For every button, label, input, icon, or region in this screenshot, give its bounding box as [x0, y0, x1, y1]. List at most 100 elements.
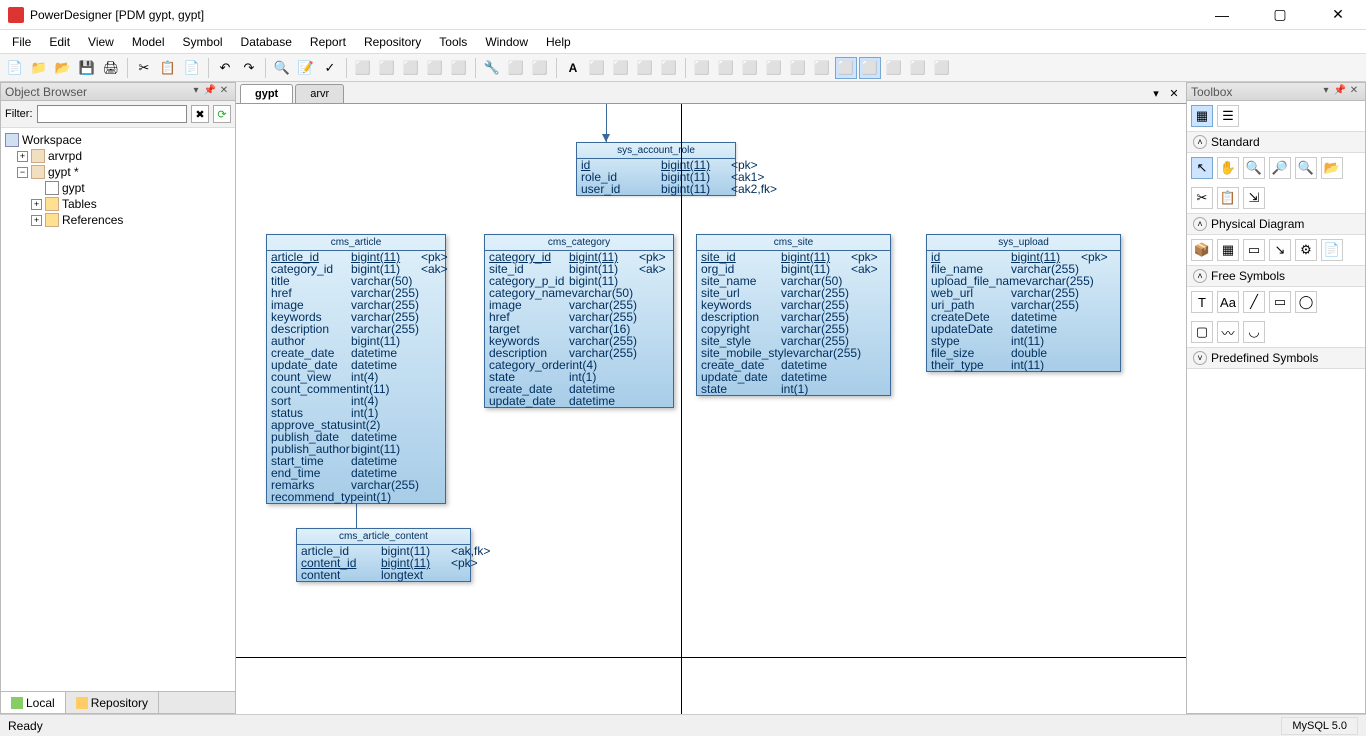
find-icon[interactable]: 🔍 — [271, 57, 293, 79]
entity-cms-site[interactable]: cms_site site_idbigint(11)<pk>org_idbigi… — [696, 234, 891, 396]
tool-icon[interactable]: ⬜ — [931, 57, 953, 79]
entity-cms-article-content[interactable]: cms_article_content article_idbigint(11)… — [296, 528, 471, 582]
undo-icon[interactable]: ↶ — [214, 57, 236, 79]
reference-icon[interactable]: ↘ — [1269, 239, 1291, 261]
file-icon[interactable]: 📄 — [1321, 239, 1343, 261]
tool-icon[interactable]: ⬜ — [787, 57, 809, 79]
close-icon[interactable]: ✕ — [1347, 85, 1361, 99]
new-project-icon[interactable]: 📁 — [28, 57, 50, 79]
tool-icon[interactable]: ⬜ — [658, 57, 680, 79]
close-tab-icon[interactable]: ✕ — [1166, 87, 1182, 103]
cut-icon[interactable]: ✂ — [1191, 187, 1213, 209]
open-diagram-icon[interactable]: 📂 — [1321, 157, 1343, 179]
check-icon[interactable]: ✓ — [319, 57, 341, 79]
menu-report[interactable]: Report — [302, 32, 354, 52]
menu-repository[interactable]: Repository — [356, 32, 429, 52]
section-physical[interactable]: ˄Physical Diagram — [1187, 213, 1365, 235]
expand-icon[interactable]: + — [31, 215, 42, 226]
menu-edit[interactable]: Edit — [41, 32, 78, 52]
menu-database[interactable]: Database — [233, 32, 300, 52]
tree-node-arvrpd[interactable]: +arvrpd — [3, 148, 233, 164]
entity-cms-article[interactable]: cms_article article_idbigint(11)<pk>cate… — [266, 234, 446, 504]
canvas[interactable]: sys_account_role idbigint(11)<pk>role_id… — [236, 104, 1186, 714]
zoom-icon[interactable]: 🔍 — [1295, 157, 1317, 179]
rounded-rect-icon[interactable]: ▢ — [1191, 321, 1213, 343]
tool-icon[interactable]: ⬜ — [424, 57, 446, 79]
properties-icon[interactable]: 📝 — [295, 57, 317, 79]
title-icon[interactable]: T — [1191, 291, 1213, 313]
new-icon[interactable]: 📄 — [4, 57, 26, 79]
doctab-arvr[interactable]: arvr — [295, 84, 344, 103]
canvas-inner[interactable]: sys_account_role idbigint(11)<pk>role_id… — [236, 104, 1186, 714]
section-free[interactable]: ˄Free Symbols — [1187, 265, 1365, 287]
tree-node-tables[interactable]: +Tables — [3, 196, 233, 212]
save-icon[interactable]: 💾 — [76, 57, 98, 79]
menu-symbol[interactable]: Symbol — [175, 32, 231, 52]
table-icon[interactable]: ▦ — [1217, 239, 1239, 261]
pin-icon[interactable]: 📌 — [1333, 85, 1347, 99]
paste-icon[interactable]: 📋 — [1217, 187, 1239, 209]
chevron-down-icon[interactable]: ▾ — [189, 85, 203, 99]
redo-icon[interactable]: ↷ — [238, 57, 260, 79]
menu-view[interactable]: View — [80, 32, 122, 52]
tool-icon[interactable]: ⬜ — [883, 57, 905, 79]
entity-cms-category[interactable]: cms_category category_idbigint(11)<pk>si… — [484, 234, 674, 408]
menu-help[interactable]: Help — [538, 32, 579, 52]
tool-icon[interactable]: ⬜ — [763, 57, 785, 79]
tool-icon[interactable]: ⬜ — [448, 57, 470, 79]
tree-node-gypt[interactable]: −gypt * — [3, 164, 233, 180]
category-view-icon[interactable]: ▦ — [1191, 105, 1213, 127]
clear-filter-icon[interactable]: ✖ — [191, 105, 209, 123]
tool-icon[interactable]: ⬜ — [634, 57, 656, 79]
filter-input[interactable] — [37, 105, 188, 123]
tool-icon[interactable]: ⬜ — [586, 57, 608, 79]
menu-model[interactable]: Model — [124, 32, 173, 52]
package-icon[interactable]: 📦 — [1191, 239, 1213, 261]
rect-icon[interactable]: ▭ — [1269, 291, 1291, 313]
refresh-icon[interactable]: ⟳ — [213, 105, 231, 123]
tool-icon[interactable]: ⬜ — [835, 57, 857, 79]
tool-icon[interactable]: ⬜ — [610, 57, 632, 79]
tab-local[interactable]: Local — [1, 692, 66, 713]
chevron-down-icon[interactable]: ▾ — [1319, 85, 1333, 99]
expand-icon[interactable]: + — [31, 199, 42, 210]
tree-node-references[interactable]: +References — [3, 212, 233, 228]
zoom-in-icon[interactable]: 🔍 — [1243, 157, 1265, 179]
pointer-icon[interactable]: ↖ — [1191, 157, 1213, 179]
tool-icon[interactable]: ⬜ — [739, 57, 761, 79]
close-button[interactable]: ✕ — [1318, 1, 1358, 29]
tool-icon[interactable]: ⬜ — [859, 57, 881, 79]
tree-node-gypt-diagram[interactable]: gypt — [3, 180, 233, 196]
collapse-icon[interactable]: − — [17, 167, 28, 178]
list-view-icon[interactable]: ☰ — [1217, 105, 1239, 127]
tab-repository[interactable]: Repository — [66, 692, 159, 713]
minimize-button[interactable]: — — [1202, 1, 1242, 29]
zoom-out-icon[interactable]: 🔎 — [1269, 157, 1291, 179]
section-standard[interactable]: ˄Standard — [1187, 131, 1365, 153]
procedure-icon[interactable]: ⚙ — [1295, 239, 1317, 261]
tool-icon[interactable]: ⬜ — [715, 57, 737, 79]
section-predefined[interactable]: ˅Predefined Symbols — [1187, 347, 1365, 369]
link-icon[interactable]: ⇲ — [1243, 187, 1265, 209]
doctab-gypt[interactable]: gypt — [240, 84, 293, 103]
polyline-icon[interactable]: 〰 — [1217, 321, 1239, 343]
expand-icon[interactable]: + — [17, 151, 28, 162]
arc-icon[interactable]: ◡ — [1243, 321, 1265, 343]
grabber-icon[interactable]: ✋ — [1217, 157, 1239, 179]
maximize-button[interactable]: ▢ — [1260, 1, 1300, 29]
tree-node-workspace[interactable]: Workspace — [3, 132, 233, 148]
tool-icon[interactable]: ⬜ — [811, 57, 833, 79]
open-icon[interactable]: 📂 — [52, 57, 74, 79]
menu-tools[interactable]: Tools — [431, 32, 475, 52]
cut-icon[interactable]: ✂ — [133, 57, 155, 79]
text-icon[interactable]: Aa — [1217, 291, 1239, 313]
tool-icon[interactable]: ⬜ — [505, 57, 527, 79]
tool-icon[interactable]: ⬜ — [376, 57, 398, 79]
copy-icon[interactable]: 📋 — [157, 57, 179, 79]
menu-file[interactable]: File — [4, 32, 39, 52]
menu-window[interactable]: Window — [477, 32, 536, 52]
close-icon[interactable]: ✕ — [217, 85, 231, 99]
tool-icon[interactable]: 🔧 — [481, 57, 503, 79]
line-icon[interactable]: ╱ — [1243, 291, 1265, 313]
paste-icon[interactable]: 📄 — [181, 57, 203, 79]
